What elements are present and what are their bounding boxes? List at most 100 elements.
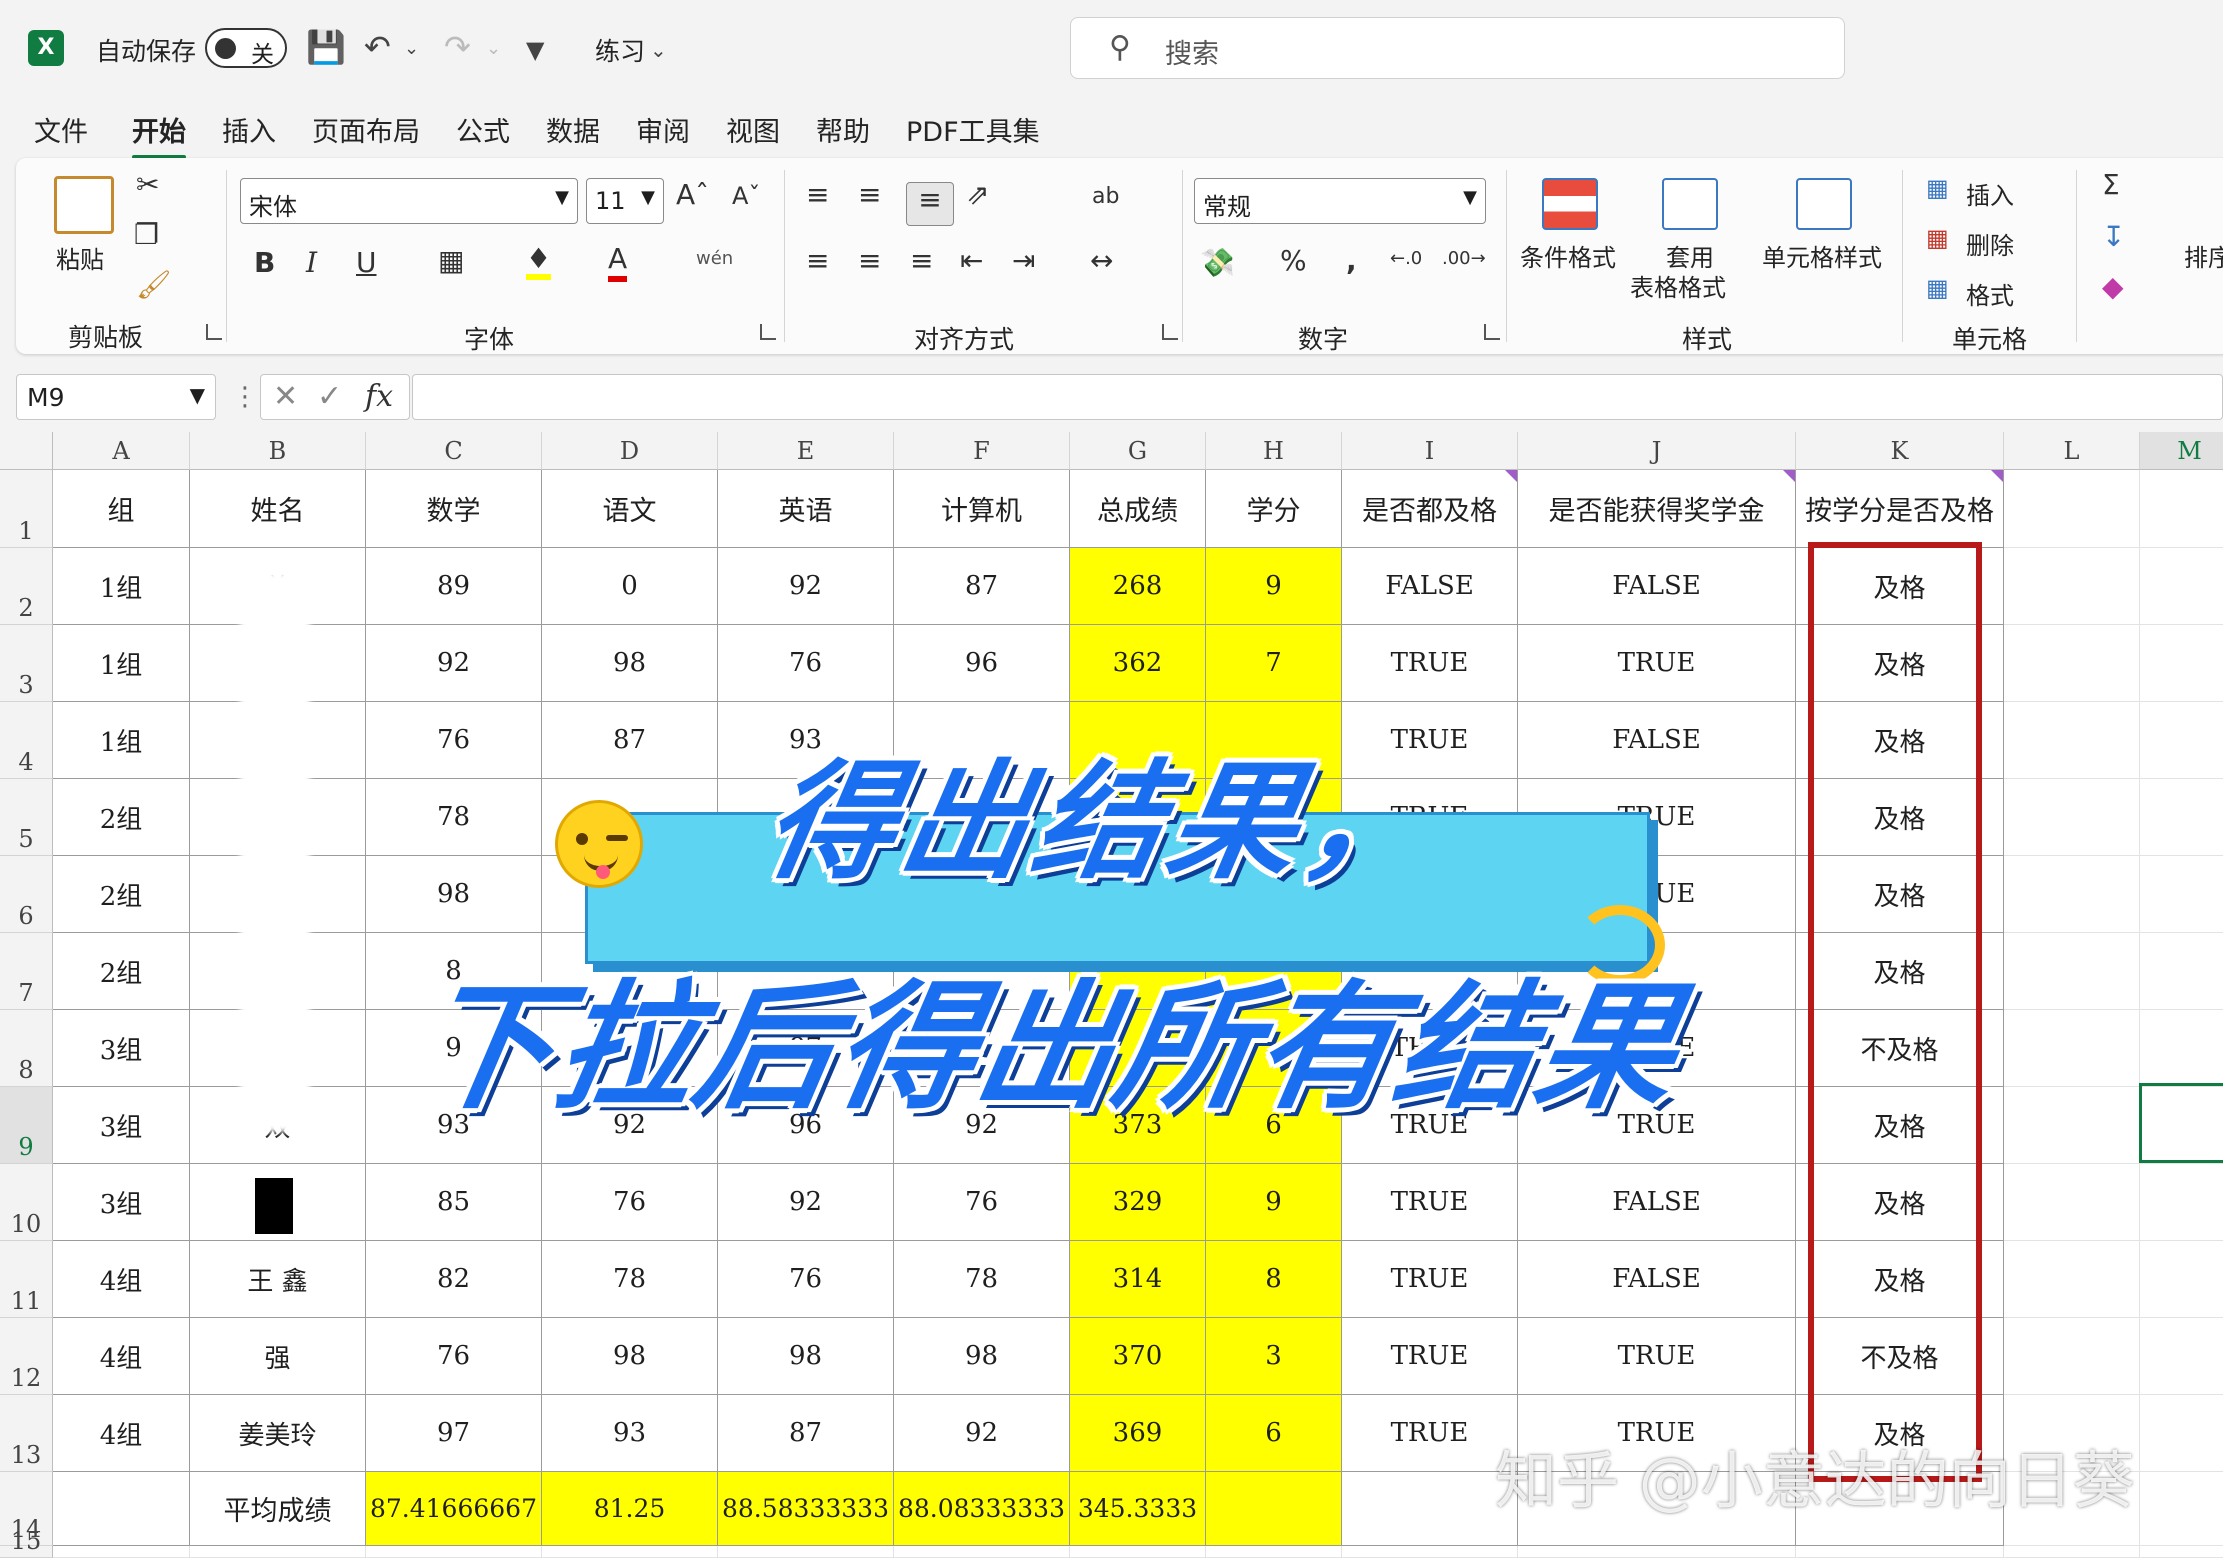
cell-K6[interactable]: 及格 bbox=[1796, 856, 2004, 933]
cell-J10[interactable]: FALSE bbox=[1518, 1164, 1796, 1241]
delete-cells-icon[interactable]: ▦ bbox=[1926, 224, 1949, 252]
cell-A11[interactable]: 4组 bbox=[53, 1241, 190, 1318]
cell-J4[interactable]: FALSE bbox=[1518, 702, 1796, 779]
cell-M12[interactable] bbox=[2140, 1318, 2223, 1395]
decrease-indent-icon[interactable]: ⇤ bbox=[960, 244, 983, 277]
cell-A12[interactable]: 4组 bbox=[53, 1318, 190, 1395]
cell-F1[interactable]: 计算机 bbox=[894, 470, 1070, 548]
row-header-10[interactable]: 10 bbox=[0, 1164, 53, 1241]
cell-G2[interactable]: 268 bbox=[1070, 548, 1206, 625]
cell-M2[interactable] bbox=[2140, 548, 2223, 625]
cell-A14[interactable] bbox=[53, 1472, 190, 1546]
cell-K15[interactable] bbox=[1796, 1546, 2004, 1558]
cell-H3[interactable]: 7 bbox=[1206, 625, 1342, 702]
enter-icon[interactable]: ✓ bbox=[317, 379, 342, 414]
merge-center-icon[interactable]: ↔ bbox=[1090, 244, 1113, 277]
cell-L3[interactable] bbox=[2004, 625, 2140, 702]
cell-K12[interactable]: 不及格 bbox=[1796, 1318, 2004, 1395]
cell-A6[interactable]: 2组 bbox=[53, 856, 190, 933]
column-header-F[interactable]: F bbox=[894, 432, 1070, 470]
align-bottom-icon[interactable]: ≡ bbox=[906, 182, 954, 226]
cell-H15[interactable] bbox=[1206, 1546, 1342, 1558]
cell-L15[interactable] bbox=[2004, 1546, 2140, 1558]
clipboard-launcher-icon[interactable] bbox=[206, 324, 222, 340]
cell-C14[interactable]: 87.41666667 bbox=[366, 1472, 542, 1546]
cell-F15[interactable] bbox=[894, 1546, 1070, 1558]
cell-E13[interactable]: 87 bbox=[718, 1395, 894, 1472]
align-middle-icon[interactable]: ≡ bbox=[858, 178, 881, 211]
cell-styles-label[interactable]: 单元格样式 bbox=[1762, 238, 1882, 273]
redo-icon[interactable]: ↷ bbox=[444, 28, 471, 66]
decrease-decimal-icon[interactable]: .00→ bbox=[1442, 248, 1486, 269]
column-header-K[interactable]: K bbox=[1796, 432, 2004, 470]
cell-E12[interactable]: 98 bbox=[718, 1318, 894, 1395]
cell-A9[interactable]: 3组 bbox=[53, 1087, 190, 1164]
cell-L11[interactable] bbox=[2004, 1241, 2140, 1318]
formula-input[interactable] bbox=[412, 374, 2223, 420]
row-header-15[interactable]: 15 bbox=[0, 1527, 53, 1558]
select-all-corner[interactable] bbox=[0, 432, 53, 470]
column-header-E[interactable]: E bbox=[718, 432, 894, 470]
cell-F11[interactable]: 78 bbox=[894, 1241, 1070, 1318]
cell-B13[interactable]: 姜美玲 bbox=[190, 1395, 366, 1472]
cell-B1[interactable]: 姓名 bbox=[190, 470, 366, 548]
cell-L9[interactable] bbox=[2004, 1087, 2140, 1164]
cell-M8[interactable] bbox=[2140, 1010, 2223, 1087]
tab-insert[interactable]: 插入 bbox=[222, 110, 276, 149]
cell-D15[interactable] bbox=[542, 1546, 718, 1558]
filename-chevron-icon[interactable]: ⌄ bbox=[650, 38, 667, 62]
column-header-M[interactable]: M bbox=[2140, 432, 2223, 470]
cell-C15[interactable] bbox=[366, 1546, 542, 1558]
cell-F2[interactable]: 87 bbox=[894, 548, 1070, 625]
cell-D13[interactable]: 93 bbox=[542, 1395, 718, 1472]
clear-icon[interactable]: ◆ bbox=[2102, 270, 2124, 303]
row-header-8[interactable]: 8 bbox=[0, 1010, 53, 1087]
cell-C1[interactable]: 数学 bbox=[366, 470, 542, 548]
column-header-I[interactable]: I bbox=[1342, 432, 1518, 470]
cell-D12[interactable]: 98 bbox=[542, 1318, 718, 1395]
cell-M11[interactable] bbox=[2140, 1241, 2223, 1318]
fill-icon[interactable]: ↧ bbox=[2102, 220, 2125, 253]
cancel-icon[interactable]: ✕ bbox=[273, 379, 298, 414]
cell-A2[interactable]: 1组 bbox=[53, 548, 190, 625]
column-header-B[interactable]: B bbox=[190, 432, 366, 470]
cell-H2[interactable]: 9 bbox=[1206, 548, 1342, 625]
tab-data[interactable]: 数据 bbox=[546, 110, 600, 149]
autosum-icon[interactable]: Σ bbox=[2102, 168, 2120, 201]
cell-B12[interactable]: 强 bbox=[190, 1318, 366, 1395]
cell-D11[interactable]: 78 bbox=[542, 1241, 718, 1318]
cell-C10[interactable]: 85 bbox=[366, 1164, 542, 1241]
number-format-combo[interactable]: 常规 ▼ bbox=[1194, 178, 1486, 224]
cell-F3[interactable]: 96 bbox=[894, 625, 1070, 702]
cell-I15[interactable] bbox=[1342, 1546, 1518, 1558]
cell-G15[interactable] bbox=[1070, 1546, 1206, 1558]
cell-J2[interactable]: FALSE bbox=[1518, 548, 1796, 625]
cell-A13[interactable]: 4组 bbox=[53, 1395, 190, 1472]
cell-H1[interactable]: 学分 bbox=[1206, 470, 1342, 548]
conditional-format-icon[interactable] bbox=[1542, 178, 1598, 230]
insert-cells-label[interactable]: 插入 bbox=[1966, 176, 2014, 211]
cell-I11[interactable]: TRUE bbox=[1342, 1241, 1518, 1318]
undo-icon[interactable]: ↶ bbox=[364, 28, 391, 66]
cell-L7[interactable] bbox=[2004, 933, 2140, 1010]
insert-cells-icon[interactable]: ▦ bbox=[1926, 174, 1949, 202]
cell-M15[interactable] bbox=[2140, 1546, 2223, 1558]
cell-M10[interactable] bbox=[2140, 1164, 2223, 1241]
cell-D2[interactable]: 0 bbox=[542, 548, 718, 625]
cell-D4[interactable]: 87 bbox=[542, 702, 718, 779]
cell-F10[interactable]: 76 bbox=[894, 1164, 1070, 1241]
cell-L6[interactable] bbox=[2004, 856, 2140, 933]
format-cells-label[interactable]: 格式 bbox=[1966, 276, 2014, 311]
undo-dropdown-icon[interactable]: ⌄ bbox=[404, 38, 419, 59]
cell-K2[interactable]: 及格 bbox=[1796, 548, 2004, 625]
cell-styles-icon[interactable] bbox=[1796, 178, 1852, 230]
cell-I1[interactable]: 是否都及格 bbox=[1342, 470, 1518, 548]
cell-A15[interactable] bbox=[53, 1546, 190, 1558]
tab-file[interactable]: 文件 bbox=[34, 110, 88, 149]
increase-font-icon[interactable]: Aˆ bbox=[676, 178, 709, 211]
percent-button[interactable]: % bbox=[1280, 244, 1307, 277]
cell-F14[interactable]: 88.08333333 bbox=[894, 1472, 1070, 1546]
tab-pdf-tools[interactable]: PDF工具集 bbox=[906, 110, 1040, 149]
cell-F13[interactable]: 92 bbox=[894, 1395, 1070, 1472]
comment-indicator-icon[interactable] bbox=[1505, 470, 1517, 482]
